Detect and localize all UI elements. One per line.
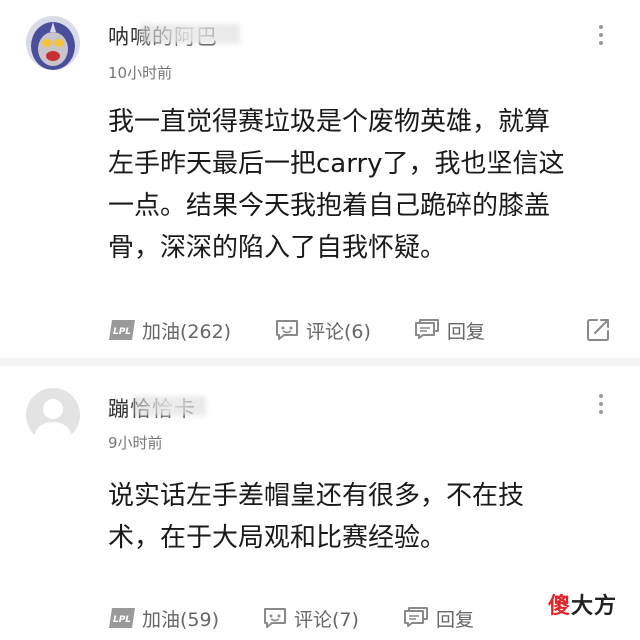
- reply-button[interactable]: 回复: [413, 315, 485, 345]
- comment-line: 左手昨天最后一把carry了，我也坚信这: [108, 149, 565, 179]
- timestamp: 9小时前: [108, 434, 163, 452]
- lpl-badge-text: LPL: [113, 327, 131, 337]
- share-icon: [587, 319, 609, 341]
- lpl-badge-icon: LPL: [109, 608, 135, 628]
- more-vertical-icon[interactable]: [594, 25, 608, 45]
- comment-bubble-icon: [276, 320, 298, 340]
- cheer-button[interactable]: LPL 加油(262): [108, 315, 231, 345]
- reply-label: 回复: [447, 320, 486, 343]
- cheer-button[interactable]: LPL 加油(59): [108, 603, 219, 633]
- cheer-label: 加油(59): [142, 608, 220, 631]
- comment-line: 术，在于大局观和比赛经验。: [108, 523, 447, 553]
- comment-label: 评论(6): [306, 320, 371, 343]
- comment-card: 呐喊的阿巴 10小时前 我一直觉得赛垃圾是个废物英雄，就算 左手昨天最后一把ca…: [0, 0, 640, 358]
- more-vertical-icon[interactable]: [594, 394, 608, 414]
- lpl-badge-icon: LPL: [109, 320, 135, 340]
- reply-bubble-icon: [415, 319, 439, 339]
- reply-label: 回复: [436, 608, 475, 631]
- comment-bubble-icon: [264, 608, 286, 628]
- lpl-badge-text: LPL: [113, 615, 131, 625]
- cheer-label: 加油(262): [142, 320, 232, 343]
- comment-button[interactable]: 评论(7): [262, 603, 359, 633]
- timestamp: 10小时前: [108, 64, 173, 82]
- comment-actions: LPL 加油(262) 评论(6) 回复: [0, 315, 640, 345]
- reply-button[interactable]: 回复: [402, 603, 474, 633]
- comment-text: 说实话左手差帽皇还有很多，不在技 术，在于大局观和比赛经验。: [108, 475, 608, 559]
- avatar[interactable]: [26, 388, 80, 442]
- comment-actions: LPL 加油(59) 评论(7) 回复: [0, 603, 640, 633]
- comment-line: 我一直觉得赛垃圾是个废物英雄，就算: [108, 107, 551, 137]
- watermark: 傻大方: [548, 588, 617, 620]
- comment-text: 我一直觉得赛垃圾是个废物英雄，就算 左手昨天最后一把carry了，我也坚信这 一…: [108, 101, 608, 269]
- comment-line: 一点。结果今天我抱着自己跪碎的膝盖: [108, 191, 551, 221]
- comment-line: 说实话左手差帽皇还有很多，不在技: [108, 481, 525, 511]
- comment-card: 蹦恰恰卡 9小时前 说实话左手差帽皇还有很多，不在技 术，在于大局观和比赛经验。…: [0, 366, 640, 640]
- reply-bubble-icon: [404, 607, 428, 627]
- watermark-rest: 大方: [571, 594, 618, 619]
- comment-line: 骨，深深的陷入了自我怀疑。: [108, 233, 447, 263]
- username-blur: [134, 396, 206, 416]
- avatar-image: [26, 16, 80, 70]
- default-avatar-icon: [26, 388, 80, 442]
- comment-button[interactable]: 评论(6): [274, 315, 371, 345]
- watermark-red-char: 傻: [548, 594, 572, 619]
- share-button[interactable]: [585, 315, 617, 345]
- username-blur: [140, 24, 240, 44]
- comment-label: 评论(7): [294, 608, 359, 631]
- divider: [0, 358, 640, 366]
- avatar[interactable]: [26, 16, 80, 70]
